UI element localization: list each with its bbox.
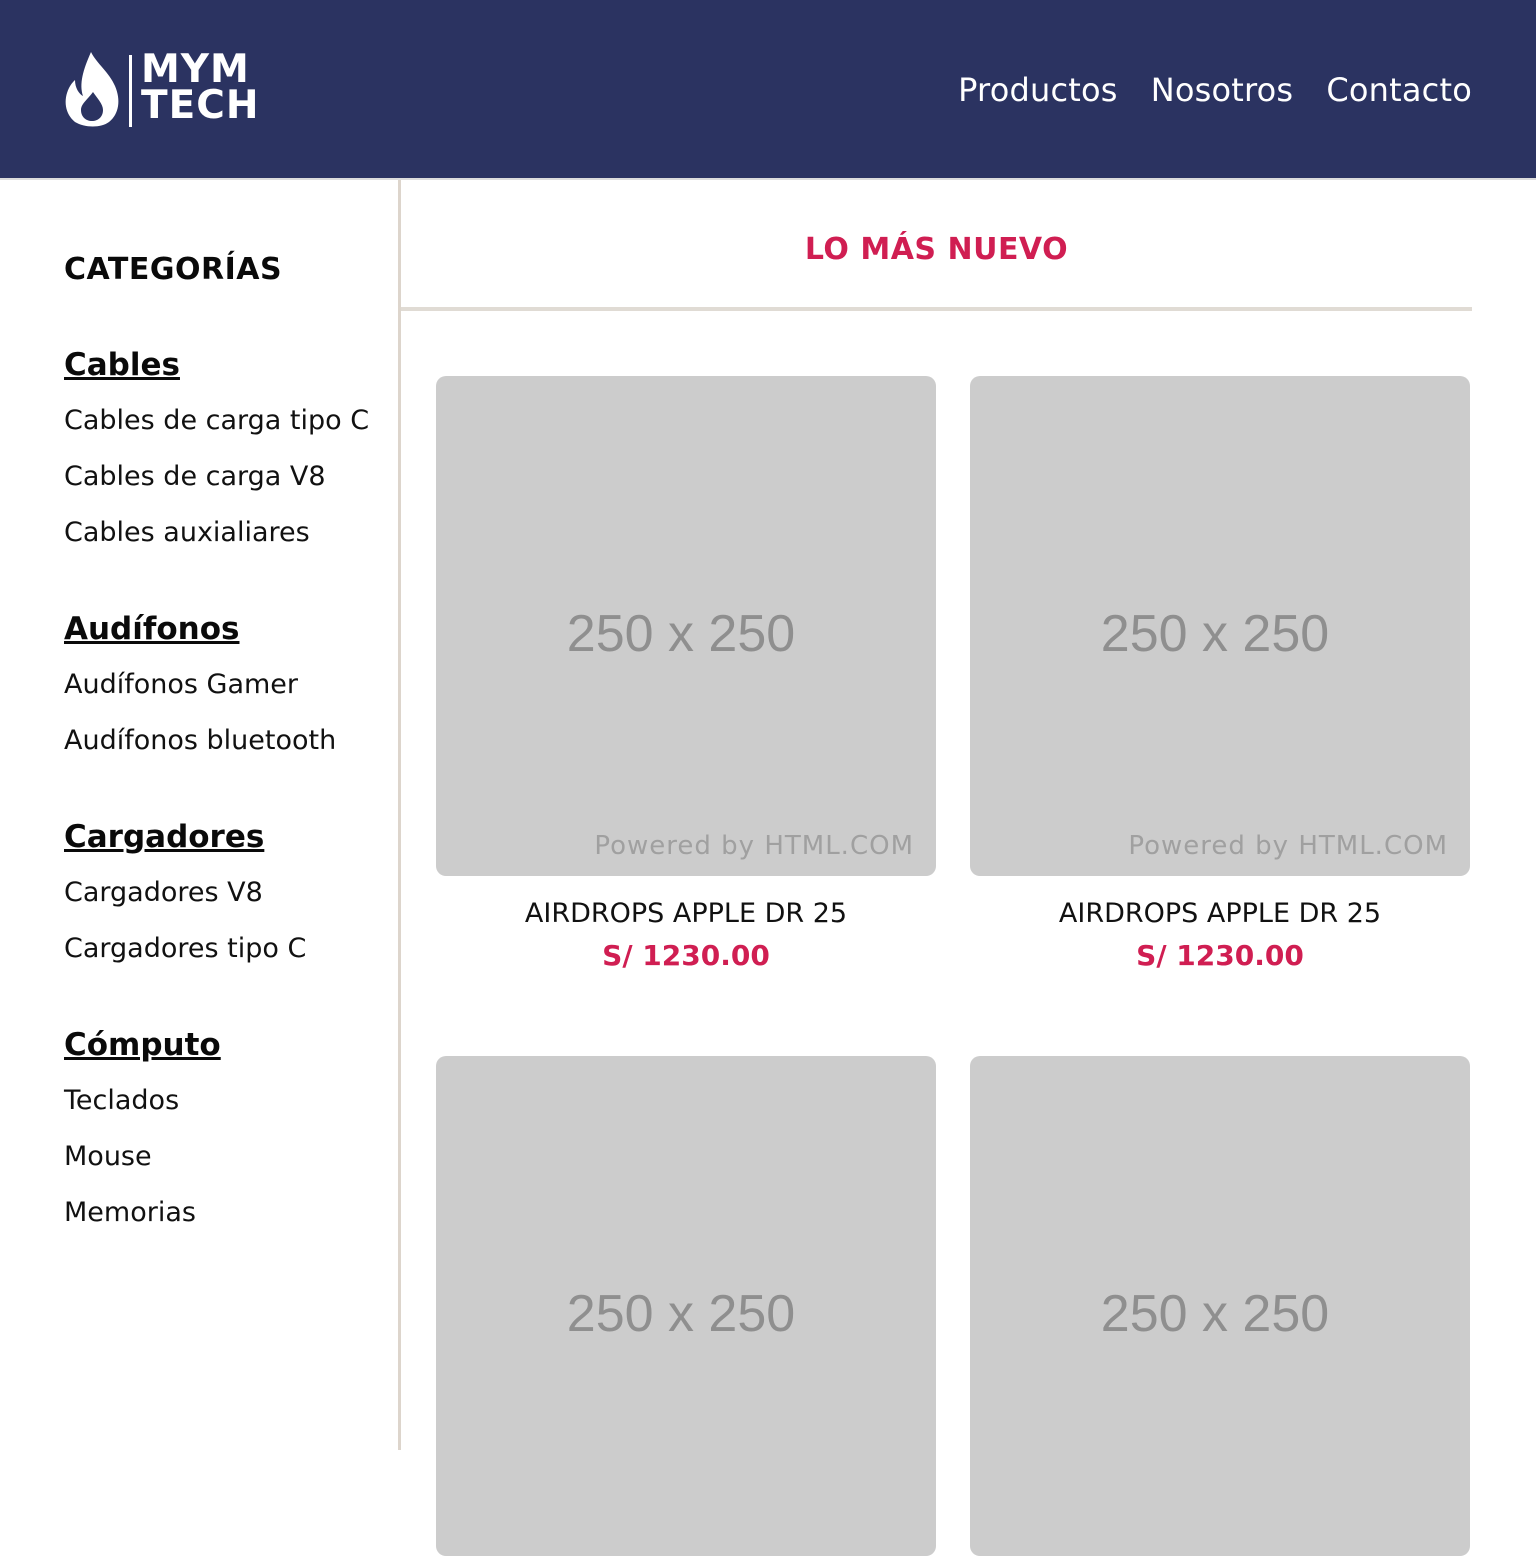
category-link[interactable]: Cables de carga V8: [64, 457, 369, 497]
placeholder-size-label: 250 x 250: [1100, 605, 1330, 663]
sidebar-title: CATEGORÍAS: [64, 252, 283, 287]
placeholder-size-label: 250 x 250: [566, 605, 796, 663]
category-heading-cables[interactable]: Cables: [64, 345, 369, 385]
product-card[interactable]: 250 x 250 Powered by HTML.COM AIRDROPS A…: [970, 376, 1470, 974]
product-card[interactable]: 250 x 250: [970, 1056, 1470, 1556]
category-link[interactable]: Memorias: [64, 1193, 221, 1233]
product-price: S/ 1230.00: [1136, 939, 1304, 972]
category-link[interactable]: Cargadores tipo C: [64, 929, 306, 969]
nav-link-contacto[interactable]: Contacto: [1326, 70, 1472, 110]
category-link[interactable]: Cargadores V8: [64, 873, 306, 913]
product-image[interactable]: 250 x 250 Powered by HTML.COM: [436, 376, 936, 876]
section-divider: [401, 307, 1472, 311]
category-link[interactable]: Audífonos bluetooth: [64, 721, 336, 761]
category-link[interactable]: Audífonos Gamer: [64, 665, 336, 705]
category-link[interactable]: Cables de carga tipo C: [64, 401, 369, 441]
product-price: S/ 1230.00: [602, 939, 770, 972]
product-image[interactable]: 250 x 250 Powered by HTML.COM: [970, 376, 1470, 876]
product-name[interactable]: AIRDROPS APPLE DR 25: [436, 896, 936, 932]
category-group-audifonos: Audífonos Audífonos Gamer Audífonos blue…: [64, 609, 336, 777]
placeholder-size-label: 250 x 250: [566, 1285, 796, 1343]
brand-line-2: TECH: [141, 83, 260, 128]
product-name[interactable]: AIRDROPS APPLE DR 25: [970, 896, 1470, 932]
placeholder-credit: Powered by HTML.COM: [1128, 831, 1448, 861]
brand-logo[interactable]: MYM TECH: [63, 50, 286, 128]
section-title: LO MÁS NUEVO: [804, 232, 1069, 267]
category-heading-audifonos[interactable]: Audífonos: [64, 609, 336, 649]
category-group-computo: Cómputo Teclados Mouse Memorias: [64, 1025, 221, 1249]
placeholder-size-label: 250 x 250: [1100, 1285, 1330, 1343]
category-group-cargadores: Cargadores Cargadores V8 Cargadores tipo…: [64, 817, 306, 985]
category-heading-computo[interactable]: Cómputo: [64, 1025, 221, 1065]
category-heading-cargadores[interactable]: Cargadores: [64, 817, 306, 857]
sidebar-divider: [398, 180, 401, 1450]
product-image[interactable]: 250 x 250: [436, 1056, 936, 1556]
product-card[interactable]: 250 x 250 Powered by HTML.COM AIRDROPS A…: [436, 376, 936, 974]
flame-icon: [65, 52, 119, 127]
product-image[interactable]: 250 x 250: [970, 1056, 1470, 1556]
site-header: MYM TECH Productos Nosotros Contacto: [0, 0, 1536, 178]
brand-wordmark: MYM TECH: [141, 50, 286, 128]
category-sidebar: CATEGORÍAS Cables Cables de carga tipo C…: [0, 180, 398, 1450]
placeholder-credit: Powered by HTML.COM: [594, 831, 914, 861]
main-nav: Productos Nosotros Contacto: [958, 70, 1472, 110]
logo-divider: [129, 55, 132, 127]
category-link[interactable]: Cables auxialiares: [64, 513, 369, 553]
nav-link-productos[interactable]: Productos: [958, 70, 1118, 110]
product-card[interactable]: 250 x 250: [436, 1056, 936, 1556]
category-link[interactable]: Teclados: [64, 1081, 221, 1121]
nav-link-nosotros[interactable]: Nosotros: [1151, 70, 1294, 110]
category-group-cables: Cables Cables de carga tipo C Cables de …: [64, 345, 369, 569]
category-link[interactable]: Mouse: [64, 1137, 221, 1177]
